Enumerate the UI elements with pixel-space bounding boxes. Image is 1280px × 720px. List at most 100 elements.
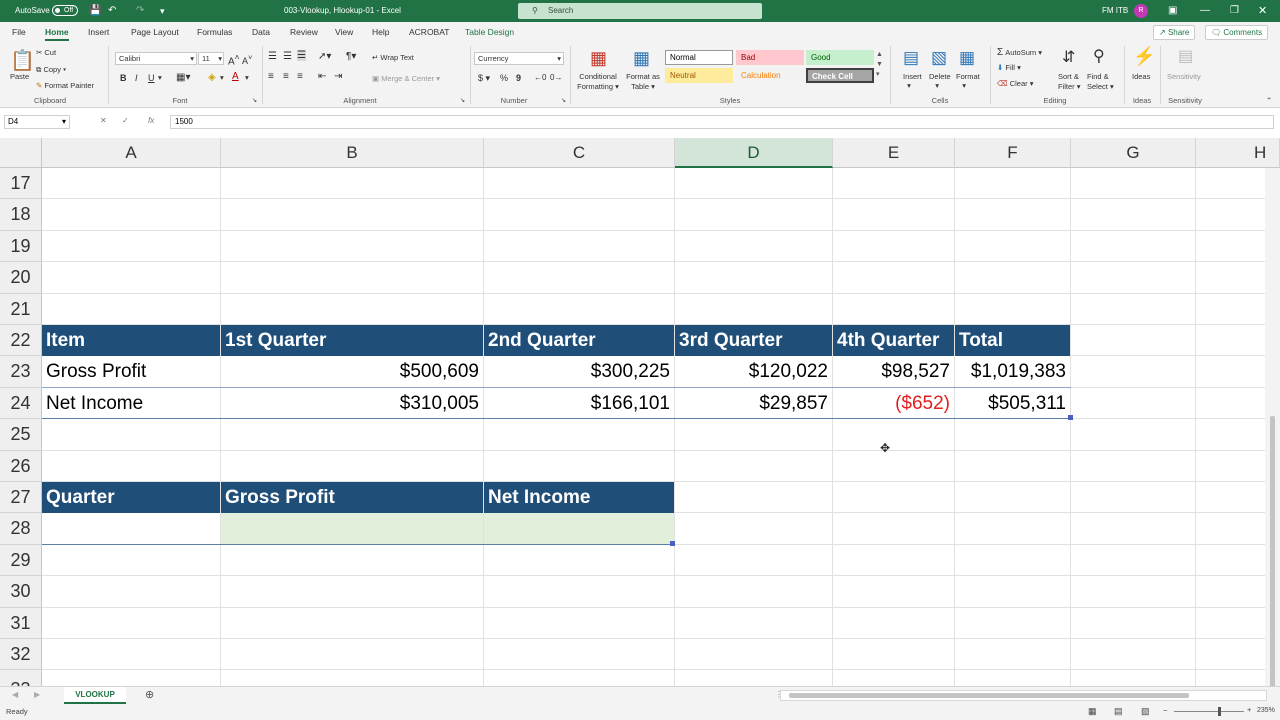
row-header-26[interactable]: 26 [0,450,42,482]
table-header-cell[interactable]: 3rd Quarter [675,325,832,356]
increase-font-icon[interactable]: A˄ [228,52,240,67]
font-dialog-launcher-icon[interactable]: ↘ [252,97,257,104]
row-header-22[interactable]: 22 [0,325,42,357]
row-header-18[interactable]: 18 [0,199,42,231]
autosum-button[interactable]: Σ AutoSum ▾ [997,47,1042,58]
tab-table-design[interactable]: Table Design [465,27,514,37]
sensitivity-icon[interactable]: ▤ [1178,46,1193,66]
cell-style-good[interactable]: Good [806,50,874,65]
underline-dropdown-icon[interactable]: ▾ [158,73,162,82]
conditional-formatting-icon[interactable]: ▦ [590,48,607,69]
collapse-ribbon-icon[interactable]: ⌃ [1266,96,1272,105]
cell-style-calculation[interactable]: Calculation [736,68,804,83]
fill-color-dropdown-icon[interactable]: ▾ [220,73,224,82]
row-header-24[interactable]: 24 [0,387,42,420]
borders-icon[interactable]: ▦▾ [176,72,190,83]
format-painter-button[interactable]: ✎ Format Painter [36,81,94,90]
format-as-table-icon[interactable]: ▦ [633,48,650,69]
table-header-cell[interactable]: 1st Quarter [221,325,483,356]
decrease-decimal-icon[interactable]: 0→ [550,73,562,82]
find-select-button[interactable]: Find & Select ▾ [1087,72,1114,92]
format-as-table-button[interactable]: Format as Table ▾ [624,72,662,92]
delete-cells-icon[interactable]: ▧ [931,48,947,68]
column-header-b[interactable]: B [221,138,484,168]
minimize-icon[interactable]: — [1200,0,1210,22]
table-resize-handle[interactable] [670,540,675,546]
align-center-icon[interactable]: ≡ [283,71,289,82]
row-header-31[interactable]: 31 [0,607,42,639]
bold-button[interactable]: B [120,73,127,83]
alignment-dialog-launcher-icon[interactable]: ↘ [460,97,465,104]
decrease-indent-icon[interactable]: ⇤ [318,71,326,82]
value-cell[interactable]: $29,857 [675,388,832,419]
row-header-17[interactable]: 17 [0,168,42,200]
value-cell[interactable]: ($652) [833,388,954,419]
item-label-cell[interactable]: Gross Profit [42,356,220,387]
item-label-cell[interactable]: Net Income [42,388,220,419]
styles-gallery-scroll-icon[interactable]: ▲ ▼ ▾ [876,50,883,80]
zoom-slider[interactable] [1174,707,1244,716]
vertical-scrollbar-thumb[interactable] [1270,416,1275,686]
zoom-level[interactable]: 235% [1257,707,1275,714]
worksheet-grid[interactable]: ABCDEFGH 17 18 19 20 21 22 23 24 25 26 27 28 29 30 31 3… [0,138,1280,686]
table-header-cell[interactable]: Item [42,325,220,356]
cancel-icon[interactable]: ✕ [100,116,107,125]
select-all-corner[interactable] [0,138,42,168]
quarter-input-cell[interactable] [42,513,220,544]
align-right-icon[interactable]: ≡ [297,71,303,82]
restore-icon[interactable]: ❐ [1230,0,1239,22]
tab-file[interactable]: File [12,27,26,37]
value-cell[interactable]: $300,225 [484,356,674,387]
table-header-cell[interactable]: 4th Quarter [833,325,954,356]
ideas-icon[interactable]: ⚡ [1133,46,1155,67]
tab-data[interactable]: Data [252,27,270,37]
tab-acrobat[interactable]: ACROBAT [409,27,449,37]
zoom-in-icon[interactable]: + [1247,705,1251,714]
insert-cells-button[interactable]: Insert ▾ [903,72,922,90]
ribbon-display-icon[interactable]: ▣ [1168,0,1177,22]
name-box[interactable]: D4 ▾ [4,115,70,129]
insert-function-icon[interactable]: fx [148,116,154,125]
align-middle-icon[interactable]: ☰ [283,51,292,62]
conditional-formatting-button[interactable]: Conditional Formatting ▾ [576,72,620,92]
font-color-icon[interactable]: A [232,71,239,82]
fill-button[interactable]: ⬇ Fill ▾ [997,63,1021,72]
undo-icon[interactable]: ↶ [108,0,116,22]
sort-filter-button[interactable]: Sort & Filter ▾ [1058,72,1081,92]
text-direction-icon[interactable]: ¶▾ [346,51,356,62]
lookup-result-cell[interactable] [484,513,674,545]
paste-icon[interactable]: 📋 [10,48,35,73]
cell-style-bad[interactable]: Bad [736,50,804,65]
lookup-header-cell[interactable]: Gross Profit [221,482,483,513]
align-top-icon[interactable]: ☰ [268,51,277,62]
row-header-28[interactable]: 28 [0,513,42,545]
increase-decimal-icon[interactable]: ←0 [534,73,546,82]
lookup-header-cell[interactable]: Quarter [42,482,220,513]
table-header-cell[interactable]: 2nd Quarter [484,325,674,356]
column-header-a[interactable]: A [42,138,221,168]
format-cells-button[interactable]: Format ▾ [956,72,980,90]
lookup-result-cell[interactable] [221,513,483,545]
tab-home[interactable]: Home [45,27,69,41]
value-cell[interactable]: $500,609 [221,356,483,387]
column-header-c[interactable]: C [484,138,675,168]
row-header-19[interactable]: 19 [0,230,42,263]
row-header-32[interactable]: 32 [0,639,42,671]
delete-cells-button[interactable]: Delete ▾ [929,72,951,90]
close-icon[interactable]: ✕ [1258,0,1267,22]
fill-color-icon[interactable]: ◈ [208,72,216,83]
increase-indent-icon[interactable]: ⇥ [334,71,342,82]
table-resize-handle[interactable] [1068,415,1073,421]
column-header-h[interactable]: H [1196,138,1280,168]
italic-button[interactable]: I [135,73,138,83]
value-cell[interactable]: $310,005 [221,388,483,419]
next-sheet-icon[interactable]: ▶ [34,690,40,699]
font-name-select[interactable]: Calibri ▾ [115,52,197,65]
tab-help[interactable]: Help [372,27,389,37]
font-color-dropdown-icon[interactable]: ▾ [245,73,249,82]
tab-formulas[interactable]: Formulas [197,27,232,37]
page-layout-view-icon[interactable]: ▤ [1114,706,1123,717]
row-header-23[interactable]: 23 [0,356,42,388]
tab-page-layout[interactable]: Page Layout [131,27,179,37]
vertical-scrollbar[interactable] [1265,168,1280,686]
